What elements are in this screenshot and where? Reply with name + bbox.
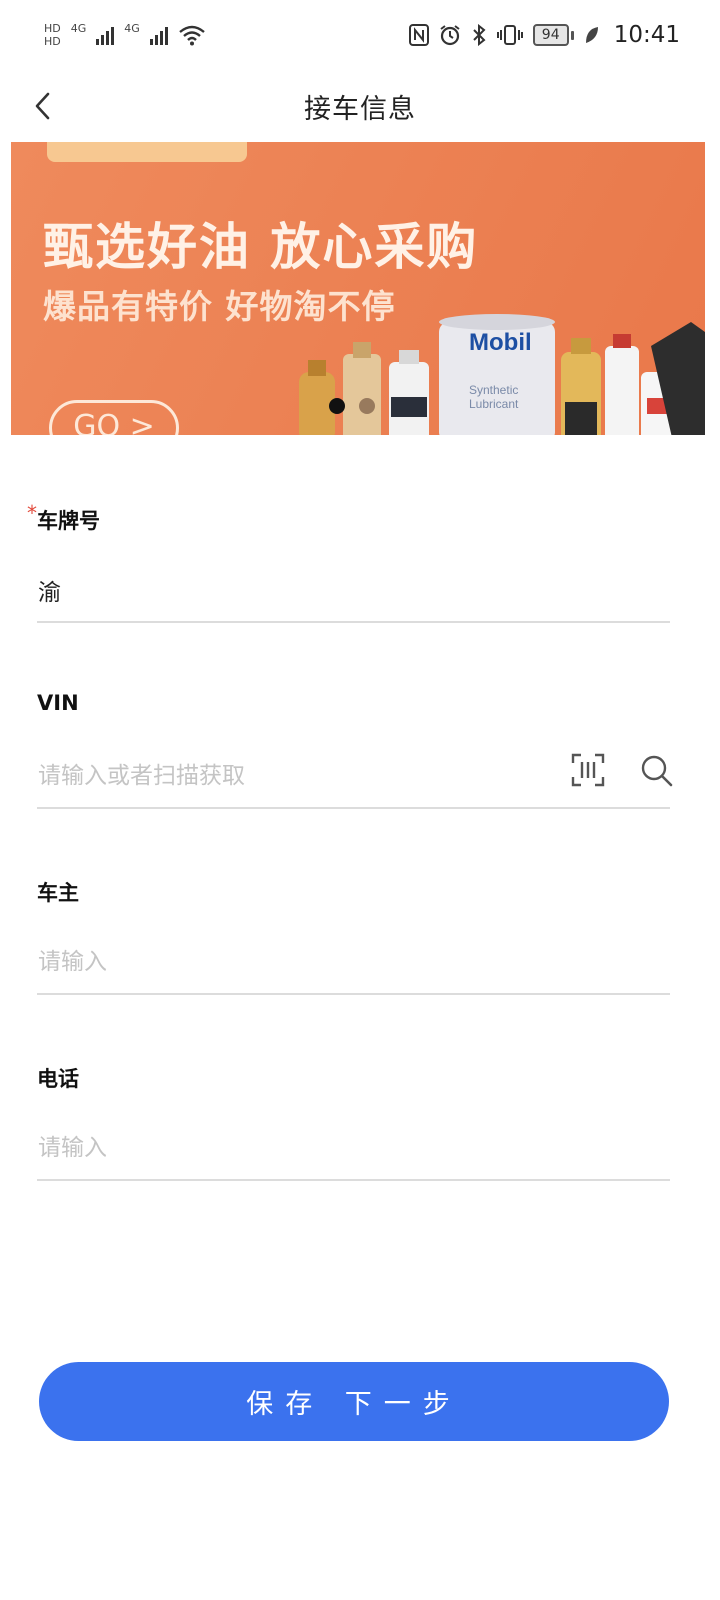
clock: 10:41 (613, 22, 680, 48)
search-icon[interactable] (639, 753, 673, 787)
battery-icon: 94 (532, 24, 569, 46)
promo-banner[interactable]: 甄选好油 放心采购 爆品有特价 好物淘不停 GO > Mobil Synthet… (11, 142, 705, 435)
leaf-icon (585, 27, 598, 43)
chevron-left-icon (35, 92, 50, 120)
top-nav-bar: 接车信息 (0, 70, 720, 142)
nfc-icon (408, 24, 429, 46)
pagination-dot-active[interactable] (329, 398, 345, 414)
page-title: 接车信息 (304, 93, 416, 125)
bluetooth-icon (472, 24, 486, 46)
status-bar: HD HD 4G 4G 94 10:41 (0, 0, 720, 70)
barcode-scan-icon[interactable] (571, 753, 605, 787)
product-text-1: Synthetic (469, 383, 518, 397)
signal-strength-icon (96, 25, 115, 45)
vibrate-icon (496, 25, 523, 45)
oil-products-image: Mobil Synthetic Lubricant (299, 314, 705, 435)
pagination-dot[interactable] (359, 398, 375, 414)
status-right: 94 10:41 (408, 22, 680, 48)
battery-tip (570, 30, 574, 40)
plate-label: 车牌号 (37, 509, 100, 533)
banner-tag (47, 142, 247, 162)
banner-go-button[interactable]: GO > (49, 400, 179, 435)
product-text-2: Lubricant (469, 397, 519, 411)
alarm-icon (440, 25, 460, 46)
vin-label: VIN (37, 691, 79, 715)
status-left: HD HD 4G 4G (44, 23, 206, 47)
network-type-2: 4G (124, 22, 140, 35)
hd-label-top: HD (44, 22, 61, 35)
back-button[interactable] (22, 82, 62, 130)
hd-indicator: HD HD (44, 23, 61, 47)
banner-headline: 甄选好油 放心采购 (43, 218, 479, 276)
owner-label: 车主 (37, 881, 79, 905)
phone-input[interactable] (37, 1125, 670, 1181)
owner-input[interactable] (37, 939, 670, 995)
battery-level: 94 (541, 27, 560, 43)
save-next-button[interactable]: 保存 下一步 (39, 1362, 669, 1441)
signal-strength-icon-2 (149, 25, 168, 45)
product-brand-text: Mobil (469, 329, 532, 356)
banner-pagination (329, 398, 375, 414)
required-mark: * (27, 501, 37, 525)
wifi-icon (179, 25, 205, 46)
hd-label-bottom: HD (44, 35, 61, 48)
phone-label: 电话 (37, 1067, 79, 1091)
network-type-1: 4G (70, 22, 87, 35)
plate-input[interactable] (37, 567, 670, 623)
